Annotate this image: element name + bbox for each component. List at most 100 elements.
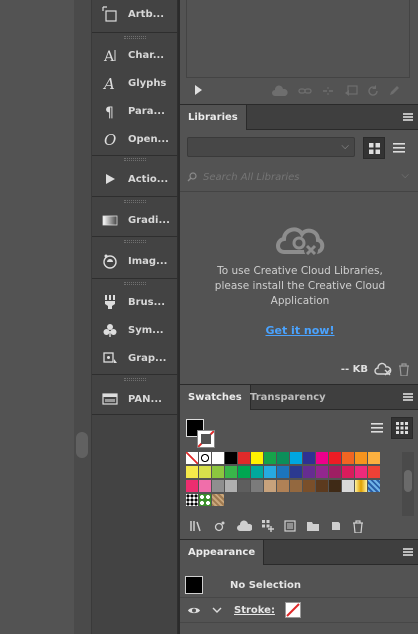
dock-grip[interactable] bbox=[124, 240, 146, 243]
dock-grip[interactable] bbox=[124, 378, 146, 381]
swatch-list-view-button[interactable] bbox=[366, 417, 388, 439]
search-input[interactable] bbox=[203, 171, 393, 183]
stroke-none-swatch[interactable] bbox=[284, 602, 301, 618]
grid-view-button[interactable] bbox=[363, 137, 385, 159]
cloud-sync-icon[interactable] bbox=[271, 85, 289, 97]
edit-pencil-icon[interactable] bbox=[388, 85, 400, 97]
swatch[interactable] bbox=[290, 466, 303, 479]
swatch[interactable] bbox=[303, 466, 316, 479]
swatch[interactable] bbox=[316, 466, 329, 479]
visibility-eye-icon[interactable] bbox=[187, 606, 201, 615]
dock-grip[interactable] bbox=[124, 282, 146, 285]
dock-item-artboards[interactable]: Artb... bbox=[92, 0, 178, 28]
swatch[interactable] bbox=[212, 452, 225, 465]
place-icon[interactable] bbox=[344, 85, 358, 97]
tab-transparency[interactable]: Transparency bbox=[242, 385, 334, 410]
play-icon[interactable] bbox=[194, 84, 203, 98]
trash-icon[interactable] bbox=[352, 519, 364, 533]
swatch[interactable] bbox=[277, 480, 290, 493]
swatch[interactable] bbox=[186, 466, 199, 479]
swatch[interactable] bbox=[368, 452, 381, 465]
swatch[interactable] bbox=[277, 452, 290, 465]
swatch[interactable] bbox=[199, 452, 212, 465]
cloud-add-icon[interactable] bbox=[236, 520, 252, 532]
swatch-options-icon[interactable] bbox=[262, 520, 274, 532]
swatch[interactable] bbox=[290, 452, 303, 465]
swatch[interactable] bbox=[342, 480, 355, 493]
swatch[interactable] bbox=[238, 480, 251, 493]
dock-grip[interactable] bbox=[124, 200, 146, 203]
swatch[interactable] bbox=[238, 466, 251, 479]
dock-item-panel[interactable]: PAN... bbox=[92, 385, 178, 413]
swatch[interactable] bbox=[212, 494, 225, 507]
trash-icon[interactable] bbox=[398, 362, 410, 376]
library-dropdown[interactable]: ⌵ bbox=[187, 137, 355, 157]
swatch[interactable] bbox=[342, 466, 355, 479]
swatch[interactable] bbox=[329, 466, 342, 479]
panel-menu-icon[interactable] bbox=[403, 393, 413, 401]
fill-stroke-indicator[interactable] bbox=[184, 417, 216, 449]
swatch[interactable] bbox=[329, 480, 342, 493]
link-icon[interactable] bbox=[298, 85, 312, 97]
dock-item-brushes[interactable]: Brus... bbox=[92, 288, 178, 316]
expand-chevron-icon[interactable] bbox=[212, 604, 222, 617]
dock-item-graphic-styles[interactable]: Grap... bbox=[92, 344, 178, 372]
tab-libraries[interactable]: Libraries bbox=[180, 105, 247, 130]
swatch[interactable] bbox=[199, 466, 212, 479]
swatch[interactable] bbox=[251, 452, 264, 465]
panel-menu-icon[interactable] bbox=[403, 113, 413, 121]
tab-appearance[interactable]: Appearance bbox=[180, 540, 265, 565]
swatch[interactable] bbox=[303, 452, 316, 465]
swatch[interactable] bbox=[316, 452, 329, 465]
new-color-group-icon[interactable] bbox=[284, 520, 296, 532]
swatch[interactable] bbox=[329, 452, 342, 465]
list-view-button[interactable] bbox=[388, 137, 410, 159]
dock-grip[interactable] bbox=[124, 158, 146, 161]
tab-swatches[interactable]: Swatches bbox=[180, 385, 251, 410]
appearance-stroke-row[interactable]: Stroke: bbox=[180, 599, 418, 621]
swatch[interactable] bbox=[225, 466, 238, 479]
stroke-label[interactable]: Stroke: bbox=[234, 605, 275, 616]
collapse-handle[interactable] bbox=[76, 432, 88, 458]
new-swatch-icon[interactable] bbox=[330, 520, 342, 532]
swatch[interactable] bbox=[355, 480, 368, 493]
swatch[interactable] bbox=[303, 480, 316, 493]
swatch[interactable] bbox=[277, 466, 290, 479]
swatch[interactable] bbox=[212, 466, 225, 479]
swatch[interactable] bbox=[199, 480, 212, 493]
dock-item-character[interactable]: A Char... bbox=[92, 41, 178, 69]
panel-menu-icon[interactable] bbox=[403, 548, 413, 556]
swatch[interactable] bbox=[199, 494, 212, 507]
dock-grip[interactable] bbox=[124, 36, 146, 39]
dock-item-image-trace[interactable]: Imag... bbox=[92, 247, 178, 275]
swatch[interactable] bbox=[238, 452, 251, 465]
swatch[interactable] bbox=[264, 452, 277, 465]
swatch[interactable] bbox=[368, 466, 381, 479]
swatch[interactable] bbox=[264, 480, 277, 493]
swatch[interactable] bbox=[342, 452, 355, 465]
new-folder-icon[interactable] bbox=[306, 520, 320, 532]
chevron-down-icon[interactable]: ⌵ bbox=[401, 170, 409, 181]
swatch-scroll-thumb[interactable] bbox=[404, 470, 412, 492]
library-search[interactable]: ⌵ bbox=[187, 167, 411, 187]
dock-item-paragraph[interactable]: ¶ Para... bbox=[92, 97, 178, 125]
dock-item-symbols[interactable]: Sym... bbox=[92, 316, 178, 344]
swatch[interactable] bbox=[225, 480, 238, 493]
swatch[interactable] bbox=[355, 452, 368, 465]
swatch[interactable] bbox=[186, 480, 199, 493]
swatch-grid-view-button[interactable] bbox=[391, 417, 413, 439]
swatch[interactable] bbox=[251, 480, 264, 493]
dock-item-opentype[interactable]: O Open... bbox=[92, 125, 178, 153]
dock-item-gradient[interactable]: Gradi... bbox=[92, 206, 178, 234]
unlink-icon[interactable] bbox=[321, 85, 335, 97]
swatch[interactable] bbox=[212, 480, 225, 493]
dock-item-actions[interactable]: Actio... bbox=[92, 165, 178, 193]
swatch[interactable] bbox=[186, 452, 199, 465]
swatch-libraries-icon[interactable] bbox=[190, 520, 204, 532]
swatch[interactable] bbox=[355, 466, 368, 479]
show-swatch-kinds-icon[interactable] bbox=[214, 520, 226, 532]
dock-item-glyphs[interactable]: A Glyphs bbox=[92, 69, 178, 97]
refresh-icon[interactable] bbox=[367, 85, 379, 97]
swatch[interactable] bbox=[316, 480, 329, 493]
swatch[interactable] bbox=[368, 480, 381, 493]
